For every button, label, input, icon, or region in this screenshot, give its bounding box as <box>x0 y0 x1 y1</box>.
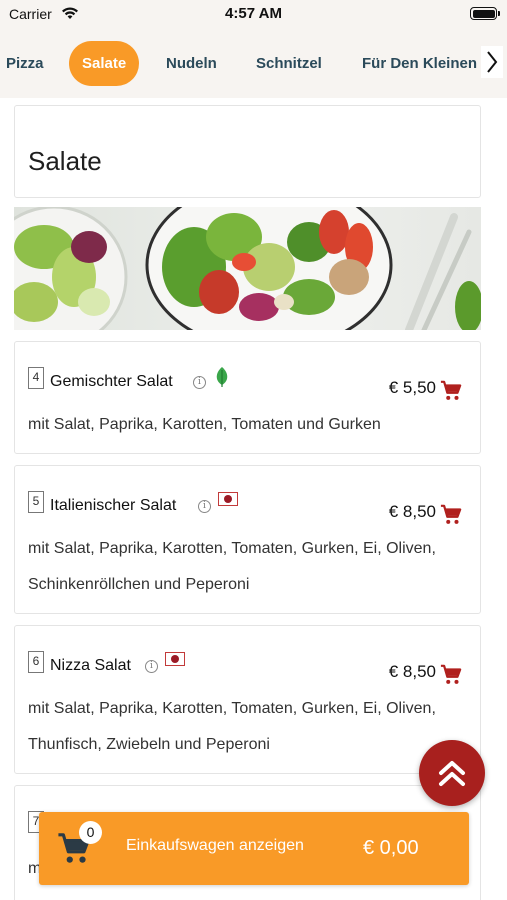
add-to-cart-icon[interactable] <box>440 664 462 686</box>
add-to-cart-icon[interactable] <box>440 504 462 526</box>
tab-pizza[interactable]: Pizza <box>6 41 44 86</box>
item-name: Nizza Salat <box>50 657 131 674</box>
menu-item-card[interactable]: 4 Gemischter Salat i € 5,50 mit Salat, P… <box>14 341 481 454</box>
item-number: 4 <box>28 367 44 389</box>
item-name: Italienischer Salat <box>50 497 177 514</box>
item-description: mit Salat, Paprika, Karotten, Tomaten un… <box>28 416 381 433</box>
cart-total: € 0,00 <box>363 837 419 859</box>
tabs-next-button[interactable] <box>481 46 503 78</box>
tab-schnitzel[interactable]: Schnitzel <box>256 41 322 86</box>
cart-count-badge: 0 <box>79 821 102 844</box>
add-to-cart-icon[interactable] <box>440 380 462 402</box>
item-price: € 8,50 <box>388 502 436 521</box>
item-description: mit Salat, Paprika, Karotten, Tomaten, G… <box>28 540 436 593</box>
badge-icon <box>165 652 185 666</box>
view-cart-button[interactable]: 0 Einkaufswagen anzeigen € 0,00 <box>39 812 469 885</box>
item-name: Gemischter Salat <box>50 373 173 390</box>
info-icon[interactable]: i <box>145 660 158 673</box>
tab-salate[interactable]: Salate <box>69 41 140 86</box>
section-header: Salate <box>14 105 481 198</box>
clock: 4:57 AM <box>225 5 282 22</box>
tab-fuer-den-kleinen[interactable]: Für Den Kleinen <box>362 41 477 86</box>
chevron-right-icon <box>487 51 498 73</box>
scroll-to-top-button[interactable] <box>419 740 485 806</box>
tab-nudeln[interactable]: Nudeln <box>166 41 217 86</box>
menu-item-card[interactable]: 5 Italienischer Salat i € 8,50 mit Salat… <box>14 465 481 614</box>
menu-item-card[interactable]: 6 Nizza Salat i € 8,50 mit Salat, Paprik… <box>14 625 481 774</box>
category-tabs: Pizza Salate Nudeln Schnitzel Für Den Kl… <box>0 28 507 98</box>
info-icon[interactable]: i <box>193 376 206 389</box>
info-icon[interactable]: i <box>198 500 211 513</box>
vegetarian-leaf-icon <box>216 367 228 387</box>
item-description: mit Salat, Paprika, Karotten, Tomaten, G… <box>28 700 436 753</box>
battery-icon <box>470 7 500 20</box>
item-number: 6 <box>28 651 44 673</box>
salad-banner-image <box>14 207 481 330</box>
badge-icon <box>218 492 238 506</box>
section-title: Salate <box>28 146 102 176</box>
item-price: € 8,50 <box>388 662 436 681</box>
double-chevron-up-icon <box>439 761 465 786</box>
view-cart-label: Einkaufswagen anzeigen <box>126 837 304 854</box>
item-price: € 5,50 <box>388 378 436 397</box>
status-bar: Carrier 4:57 AM <box>0 0 507 28</box>
item-number: 5 <box>28 491 44 513</box>
